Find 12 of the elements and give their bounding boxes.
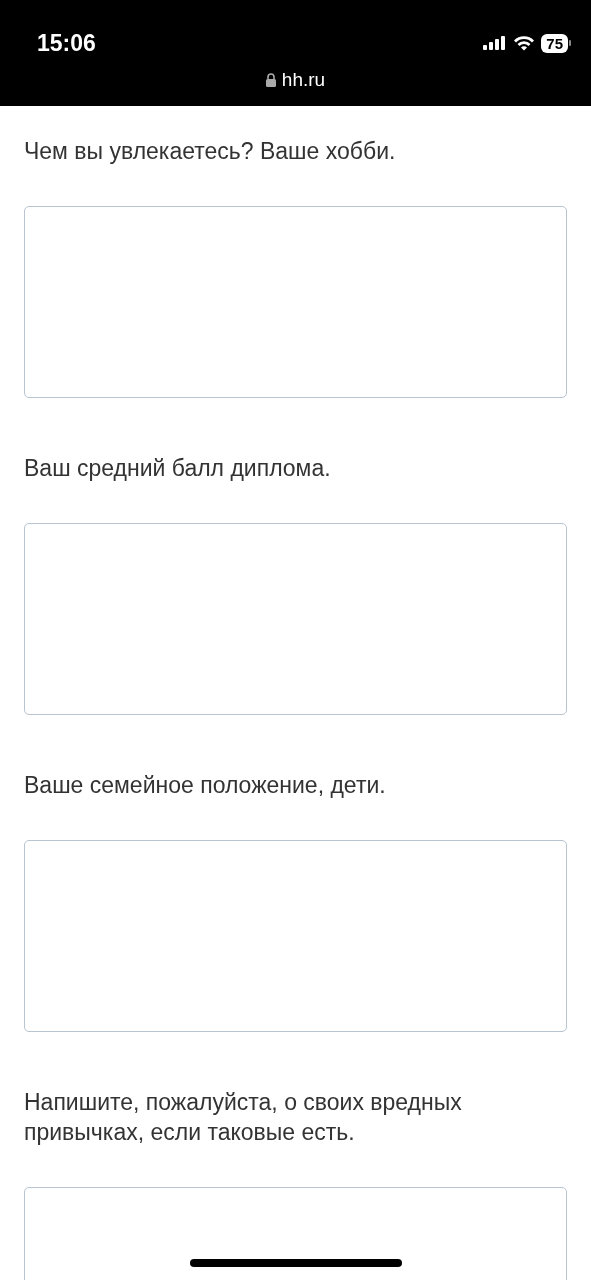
battery-icon: 75 <box>541 33 568 53</box>
clock: 15:06 <box>37 29 96 57</box>
url-text[interactable]: hh.ru <box>281 69 326 91</box>
answer-field[interactable] <box>24 523 567 715</box>
question-label: Ваше семейное положение, дети. <box>24 771 387 800</box>
question-label: Ваш средний балл диплома. <box>24 454 332 483</box>
wifi-icon <box>513 35 536 51</box>
question-label: Чем вы увлекаетесь? Ваше хобби. <box>24 137 397 166</box>
signal-icon <box>483 36 508 50</box>
question-label: Напишите, пожалуйста, о своих вредных привычках, если таковые есть. <box>24 1088 463 1147</box>
answer-field[interactable] <box>24 840 567 1032</box>
answer-field[interactable] <box>24 206 567 398</box>
